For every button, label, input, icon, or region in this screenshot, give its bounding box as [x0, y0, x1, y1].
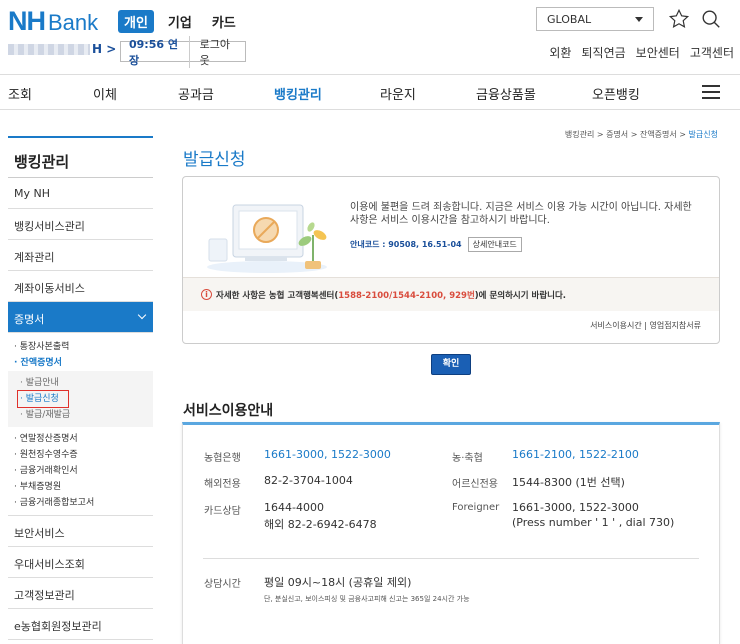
label-hours: 상담시간 — [204, 579, 241, 590]
sidebar-item-member-info[interactable]: e농협회원정보관리 — [8, 609, 153, 640]
logout-button[interactable]: 로그아웃 — [190, 36, 245, 68]
global-nav: 조회 이체 공과금 뱅킹관리 라운지 금융상품몰 오픈뱅킹 — [0, 74, 740, 110]
sub-item-balance-certificate[interactable]: · 잔액증명서 — [14, 355, 153, 371]
value-overseas: 82-2-3704-1004 — [264, 474, 353, 487]
link-pension[interactable]: 퇴직연금 — [581, 44, 625, 61]
label-nh-coop: 농·축협 — [452, 453, 483, 464]
sidebar-item-certificate[interactable]: 증명서 — [8, 302, 153, 333]
warning-text: 자세한 사항은 농협 고객행복센터(1588-2100/1544-2100, 9… — [216, 290, 567, 301]
sub2-item-issue-guide[interactable]: · 발급안내 — [20, 375, 153, 391]
notice-message: 이용에 불편을 드려 죄송합니다. 지금은 서비스 이용 가능 시간이 아닙니다… — [350, 202, 692, 226]
sidebar-item-banking-service[interactable]: 뱅킹서비스관리 — [8, 209, 153, 240]
tab-corporate[interactable]: 기업 — [162, 10, 198, 33]
service-info-title: 서비스이용안내 — [183, 403, 274, 419]
label-nh-bank: 농협은행 — [204, 453, 241, 464]
balance-certificate-submenu: · 발급안내 · 발급신청 · 발급/재발급 — [8, 371, 153, 427]
tab-card[interactable]: 카드 — [206, 10, 242, 33]
search-icon[interactable] — [700, 8, 722, 30]
value-card-overseas: 해외 82-2-6942-6478 — [264, 518, 377, 531]
contact-warning-bar: i 자세한 사항은 농협 고객행복센터(1588-2100/1544-2100,… — [183, 277, 719, 311]
hamburger-menu-icon[interactable] — [702, 85, 720, 99]
label-card: 카드상담 — [204, 506, 241, 517]
page-title: 발급신청 — [183, 150, 246, 170]
value-hours: 평일 09시~18시 (공휴일 제외) — [264, 576, 412, 589]
confirm-button[interactable]: 확인 — [431, 354, 471, 375]
notice-code: 안내코드 : 90508, 16.51-04 — [350, 240, 462, 249]
sidebar-item-customer-info[interactable]: 고객정보관리 — [8, 578, 153, 609]
global-language-select[interactable]: GLOBAL — [536, 7, 654, 31]
notice-footer-links[interactable]: 서비스이용시간 | 영업점지참서류 — [590, 320, 701, 331]
session-extend-button[interactable]: 09:56 연장 — [121, 35, 190, 68]
notice-code-row: 안내코드 : 90508, 16.51-04 상세안내코드 — [350, 237, 522, 252]
chevron-down-icon — [635, 16, 643, 22]
sidebar-item-mynh[interactable]: My NH — [8, 178, 153, 209]
tab-personal[interactable]: 개인 — [118, 10, 154, 33]
service-unavailable-notice: 이용에 불편을 드려 죄송합니다. 지금은 서비스 이용 가능 시간이 아닙니다… — [182, 176, 720, 344]
sidebar-item-preferential-service[interactable]: 우대서비스조회 — [8, 547, 153, 578]
sidebar-item-security-service[interactable]: 보안서비스 — [8, 516, 153, 547]
user-name-suffix: H > — [92, 42, 117, 56]
gnb-inquiry[interactable]: 조회 — [8, 84, 32, 103]
sub-item-withholding-receipt[interactable]: · 원천징수영수증 — [14, 447, 153, 463]
sub2-item-issue-request[interactable]: · 발급신청 — [17, 390, 153, 408]
logo-bank: Bank — [48, 10, 99, 35]
sidebar: 뱅킹관리 My NH 뱅킹서비스관리 계좌관리 계좌이동서비스 증명서 · 통장… — [8, 136, 153, 640]
segment-tabs: 개인 기업 카드 — [118, 10, 242, 33]
sidebar-item-account-management[interactable]: 계좌관리 — [8, 240, 153, 271]
sidebar-item-certificate-label: 증명서 — [14, 313, 45, 326]
nh-bank-logo[interactable]: NH Bank — [8, 6, 98, 37]
gnb-transfer[interactable]: 이체 — [93, 84, 117, 103]
gnb-utility-bills[interactable]: 공과금 — [178, 84, 214, 103]
sub-item-passbook-copy[interactable]: · 통장사본출력 — [14, 339, 153, 355]
breadcrumb: 뱅킹관리 > 증명서 > 잔액증명서 > 발급신청 — [565, 129, 718, 140]
label-foreigner: Foreigner — [452, 502, 500, 513]
highlight-box — [17, 390, 69, 408]
breadcrumb-current: 발급신청 — [688, 130, 718, 139]
sidebar-item-account-transfer[interactable]: 계좌이동서비스 — [8, 271, 153, 302]
service-info-box: 농협은행 1661-3000, 1522-3000 농·축협 1661-2100… — [182, 422, 720, 644]
label-overseas: 해외전용 — [204, 479, 241, 490]
value-foreigner-note: (Press number ' 1 ' , dial 730) — [512, 516, 675, 529]
gnb-lounge[interactable]: 라운지 — [380, 84, 416, 103]
value-senior: 1544-8300 (1번 선택) — [512, 476, 625, 489]
global-select-value: GLOBAL — [547, 12, 592, 26]
utility-links: 외환 퇴직연금 보안센터 고객센터 — [549, 44, 734, 61]
sub-item-debt-certificate[interactable]: · 부채증명원 — [14, 479, 153, 495]
value-card-domestic: 1644-4000 — [264, 501, 324, 514]
divider — [203, 558, 699, 559]
user-name-link[interactable]: H > — [8, 42, 116, 56]
hours-note: 단, 분실신고, 보이스피싱 및 금융사고피해 신고는 365일 24시간 가능 — [264, 595, 470, 603]
sidebar-title: 뱅킹관리 — [8, 136, 153, 178]
gnb-banking-management[interactable]: 뱅킹관리 — [274, 84, 322, 103]
chevron-down-icon — [137, 310, 147, 320]
sub2-item-reissue[interactable]: · 발급/재발급 — [20, 407, 153, 423]
gnb-open-banking[interactable]: 오픈뱅킹 — [592, 84, 640, 103]
service-unavailable-illustration — [207, 204, 327, 273]
session-box: 09:56 연장 로그아웃 — [120, 35, 246, 68]
gnb-product-mall[interactable]: 금융상품몰 — [476, 84, 536, 103]
certificate-submenu: · 통장사본출력 · 잔액증명서 · 발급안내 · 발급신청 · 발급/재발급 … — [8, 333, 153, 515]
link-security-center[interactable]: 보안센터 — [636, 44, 680, 61]
sub-item-comprehensive-report[interactable]: · 금융거래종합보고서 — [14, 495, 153, 511]
link-customer-center[interactable]: 고객센터 — [690, 44, 734, 61]
link-forex[interactable]: 외환 — [549, 44, 571, 61]
value-nh-coop: 1661-2100, 1522-2100 — [512, 448, 639, 461]
label-senior: 어르신전용 — [452, 479, 498, 490]
masked-user-name — [8, 43, 90, 55]
logo-nh: NH — [8, 6, 46, 36]
warning-icon: i — [201, 289, 212, 300]
breadcrumb-path: 뱅킹관리 > 증명서 > 잔액증명서 > — [564, 130, 689, 139]
value-nh-bank: 1661-3000, 1522-3000 — [264, 448, 391, 461]
sub-item-transaction-confirmation[interactable]: · 금융거래확인서 — [14, 463, 153, 479]
value-foreigner: 1661-3000, 1522-3000 — [512, 501, 639, 514]
sub-item-year-end-tax[interactable]: · 연말정산증명서 — [14, 431, 153, 447]
detail-code-button[interactable]: 상세안내코드 — [467, 237, 522, 252]
star-icon[interactable] — [668, 8, 690, 30]
